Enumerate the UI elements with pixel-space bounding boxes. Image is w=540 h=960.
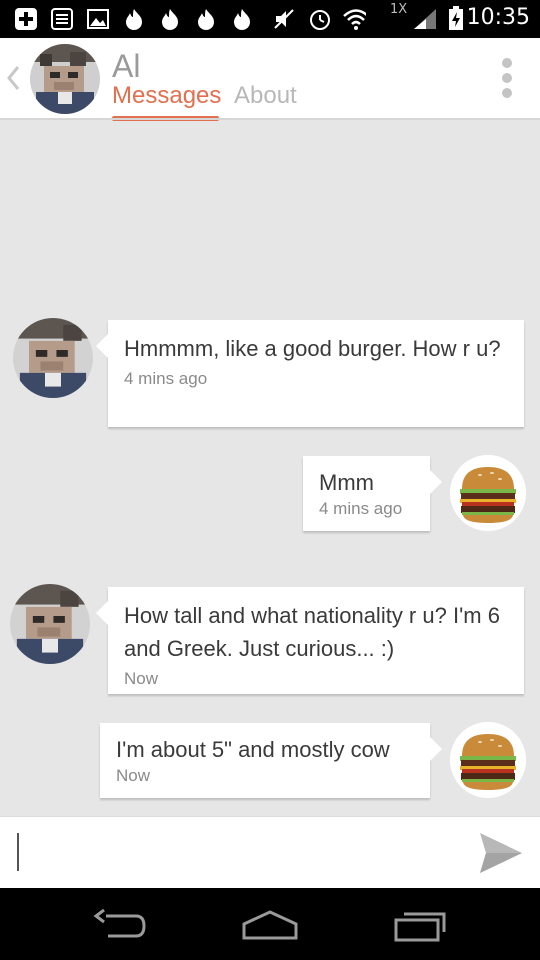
header-divider [0,118,540,120]
status-bar: 1X 10:35 [0,0,540,38]
message-text: Mmm [319,470,374,495]
battery-charging-icon [444,6,468,31]
back-chevron-icon[interactable] [6,64,22,92]
flame-icon [158,7,182,31]
message-text: I'm about 5" and mostly cow [116,737,390,762]
burger-avatar[interactable] [450,455,526,531]
message-text: How tall and what nationality r u? I'm 6… [124,603,500,661]
burger-avatar[interactable] [450,722,526,798]
plus-box-icon [14,7,38,31]
tab-messages[interactable]: Messages [112,82,221,110]
message-timestamp: Now [124,669,159,688]
flame-icon [194,7,218,31]
message-composer [0,816,540,888]
alarm-icon [308,7,332,31]
message-bubble-received[interactable]: How tall and what nationality r u? I'm 6… [96,587,524,694]
message-bubble-sent[interactable]: I'm about 5" and mostly cow Now [100,723,442,798]
back-icon[interactable] [88,904,152,944]
image-icon [86,7,110,31]
wifi-icon [342,7,366,31]
recents-icon[interactable] [388,904,452,944]
message-input[interactable] [10,825,460,881]
mute-icon [272,7,296,31]
home-icon[interactable] [238,904,302,944]
message-timestamp: Now [116,766,151,785]
send-icon[interactable] [478,831,524,875]
system-nav-bar [0,888,540,960]
list-box-icon [50,7,74,31]
overflow-menu-icon[interactable] [502,58,514,100]
contact-avatar[interactable] [13,318,93,398]
message-timestamp: 4 mins ago [124,369,208,388]
message-bubble-sent[interactable]: Mmm 4 mins ago [303,456,442,531]
tab-about[interactable]: About [234,82,297,110]
flame-icon [230,7,254,31]
clock: 10:35 [466,5,530,30]
flame-icon [122,7,146,31]
message-bubble-received[interactable]: Hmmmm, like a good burger. How r u? 4 mi… [96,320,524,427]
contact-name: Al [112,48,141,84]
contact-avatar[interactable] [30,44,100,114]
signal-icon [412,7,436,31]
network-badge: 1X [390,2,408,17]
message-text: Hmmmm, like a good burger. How r u? [124,336,501,361]
text-cursor [17,833,19,871]
conversation-header: Al Messages About [0,38,540,121]
message-timestamp: 4 mins ago [319,499,403,518]
contact-avatar[interactable] [10,584,90,664]
